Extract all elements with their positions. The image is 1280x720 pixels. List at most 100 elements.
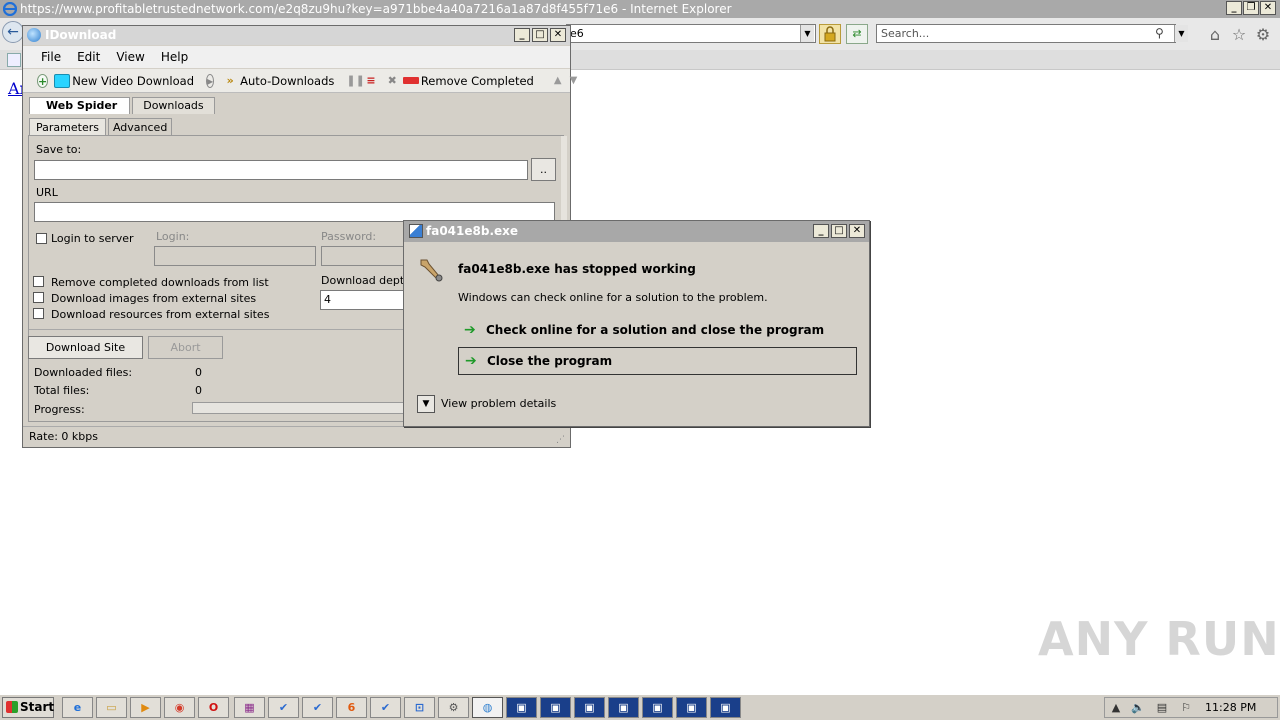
password-input[interactable] (321, 246, 407, 266)
view-details-label[interactable]: View problem details (441, 397, 556, 410)
browse-button[interactable]: .. (531, 158, 556, 181)
browser-window-controls: _ ❐ ✕ (1226, 1, 1276, 15)
main-tabs: Web Spider Downloads (29, 97, 215, 114)
save-to-input[interactable] (34, 160, 528, 180)
action-center-flag-icon[interactable]: ⚐ (1179, 701, 1193, 715)
favorites-star-icon[interactable]: ☆ (1230, 26, 1248, 44)
download-depth-label: Download depth (321, 274, 412, 287)
search-dropdown-icon[interactable]: ▼ (1174, 25, 1188, 42)
idownload-task-icon[interactable]: ◍ (472, 697, 503, 718)
media-player-icon[interactable]: ▶ (130, 697, 161, 718)
resize-grip-icon[interactable]: ⋰ (556, 435, 566, 445)
total-files-value: 0 (195, 384, 202, 397)
checkmark-app-icon[interactable]: ✔ (302, 697, 333, 718)
gear-icon[interactable]: ⚙ (1254, 26, 1272, 44)
start-label: Start (20, 700, 55, 714)
winrar-icon[interactable]: ▦ (234, 697, 265, 718)
dialog-title-bar: fa041e8b.exe _ □ ✕ (404, 221, 869, 242)
stop-icon[interactable]: ≡ (366, 74, 375, 88)
status-bar: Rate: 0 kbps ⋰ (23, 426, 570, 447)
window-task-icon[interactable]: ▣ (710, 697, 741, 718)
download-images-checkbox[interactable] (33, 292, 44, 303)
idownload-close-button[interactable]: ✕ (550, 28, 566, 42)
login-input[interactable] (154, 246, 316, 266)
menu-view[interactable]: View (108, 46, 152, 68)
window-task-icon[interactable]: ▣ (506, 697, 537, 718)
checkmark-app-icon[interactable]: ✔ (370, 697, 401, 718)
dialog-minimize-button[interactable]: _ (813, 224, 829, 238)
checkmark-app-icon[interactable]: ✔ (268, 697, 299, 718)
download-depth-input[interactable]: 4 (320, 290, 406, 310)
settings-app-icon[interactable]: ⚙ (438, 697, 469, 718)
search-icon[interactable]: ⚲ (1155, 26, 1169, 40)
pause-icon[interactable]: ❚❚ (346, 74, 364, 88)
add-download-icon[interactable]: + (37, 73, 49, 88)
lock-icon[interactable] (819, 24, 841, 44)
abort-button[interactable]: Abort (148, 336, 223, 359)
remove-completed-button[interactable]: Remove Completed (402, 74, 534, 88)
window-task-icon[interactable]: ▣ (608, 697, 639, 718)
explorer-icon[interactable]: ▭ (96, 697, 127, 718)
show-hidden-icons-icon[interactable]: ▲ (1109, 701, 1123, 715)
move-up-icon[interactable]: ▲ (554, 75, 562, 86)
ie-quicklaunch-icon[interactable]: e (62, 697, 93, 718)
progress-bar (192, 402, 412, 414)
home-icon[interactable]: ⌂ (1206, 26, 1224, 44)
login-server-label: Login to server (51, 232, 134, 245)
expand-details-button[interactable]: ▼ (417, 395, 435, 413)
download-resources-option-label: Download resources from external sites (51, 308, 270, 321)
browser-restore-button[interactable]: ❐ (1243, 1, 1259, 15)
network-icon[interactable]: ▤ (1155, 701, 1169, 715)
dialog-maximize-button[interactable]: □ (831, 224, 847, 238)
search-input[interactable]: Search... (876, 24, 1176, 43)
menu-edit[interactable]: Edit (69, 46, 108, 68)
address-text: e6 (570, 27, 584, 40)
dialog-window-controls: _ □ ✕ (813, 224, 865, 238)
window-task-icon[interactable]: ▣ (676, 697, 707, 718)
download-site-button[interactable]: Download Site (28, 336, 143, 359)
tab-advanced[interactable]: Advanced (107, 118, 173, 136)
auto-downloads-icon: » (226, 73, 234, 87)
scanner-app-icon[interactable]: ⊡ (404, 697, 435, 718)
browser-minimize-button[interactable]: _ (1226, 1, 1242, 15)
app-6-icon[interactable]: 6 (336, 697, 367, 718)
refresh-icon[interactable]: ⇄ (846, 24, 868, 44)
tab-downloads[interactable]: Downloads (132, 97, 215, 114)
move-down-icon[interactable]: ▼ (570, 75, 578, 86)
clock[interactable]: 11:28 PM (1205, 698, 1256, 717)
video-icon (54, 73, 71, 88)
chrome-icon[interactable]: ◉ (164, 697, 195, 718)
start-button[interactable]: Start (2, 697, 54, 718)
tab-parameters[interactable]: Parameters (29, 118, 106, 136)
window-task-icon[interactable]: ▣ (642, 697, 673, 718)
volume-icon[interactable]: 🔈 (1131, 701, 1145, 715)
idownload-minimize-button[interactable]: _ (514, 28, 530, 42)
url-input[interactable] (34, 202, 555, 222)
user-icon[interactable]: ✖ (388, 74, 397, 88)
dialog-close-button[interactable]: ✕ (849, 224, 865, 238)
close-program-option[interactable]: ➔ Close the program (458, 347, 857, 375)
check-online-option[interactable]: ➔ Check online for a solution and close … (458, 317, 857, 345)
new-video-download-button[interactable]: New Video Download (54, 73, 194, 88)
opera-icon[interactable]: O (198, 697, 229, 718)
green-arrow-icon: ➔ (465, 353, 477, 369)
menu-file[interactable]: File (33, 46, 69, 68)
address-dropdown-icon[interactable]: ▼ (800, 25, 814, 42)
login-server-checkbox[interactable] (36, 233, 47, 244)
remove-icon (402, 77, 419, 84)
idownload-maximize-button[interactable]: □ (532, 28, 548, 42)
browser-close-button[interactable]: ✕ (1260, 1, 1276, 15)
remove-completed-checkbox[interactable] (33, 276, 44, 287)
tab-web-spider[interactable]: Web Spider (29, 97, 131, 114)
address-bar[interactable]: e6 (566, 24, 816, 43)
menu-help[interactable]: Help (153, 46, 196, 68)
play-icon[interactable]: ▶ (206, 73, 215, 88)
browser-tab-favicon-icon[interactable] (7, 53, 21, 67)
download-resources-checkbox[interactable] (33, 308, 44, 319)
window-task-icon[interactable]: ▣ (540, 697, 571, 718)
window-task-icon[interactable]: ▣ (574, 697, 605, 718)
dialog-heading: fa041e8b.exe has stopped working (458, 262, 696, 276)
back-button[interactable]: ← (2, 21, 24, 43)
idownload-menu-bar: File Edit View Help (23, 46, 570, 68)
auto-downloads-button[interactable]: » Auto-Downloads (222, 73, 335, 88)
